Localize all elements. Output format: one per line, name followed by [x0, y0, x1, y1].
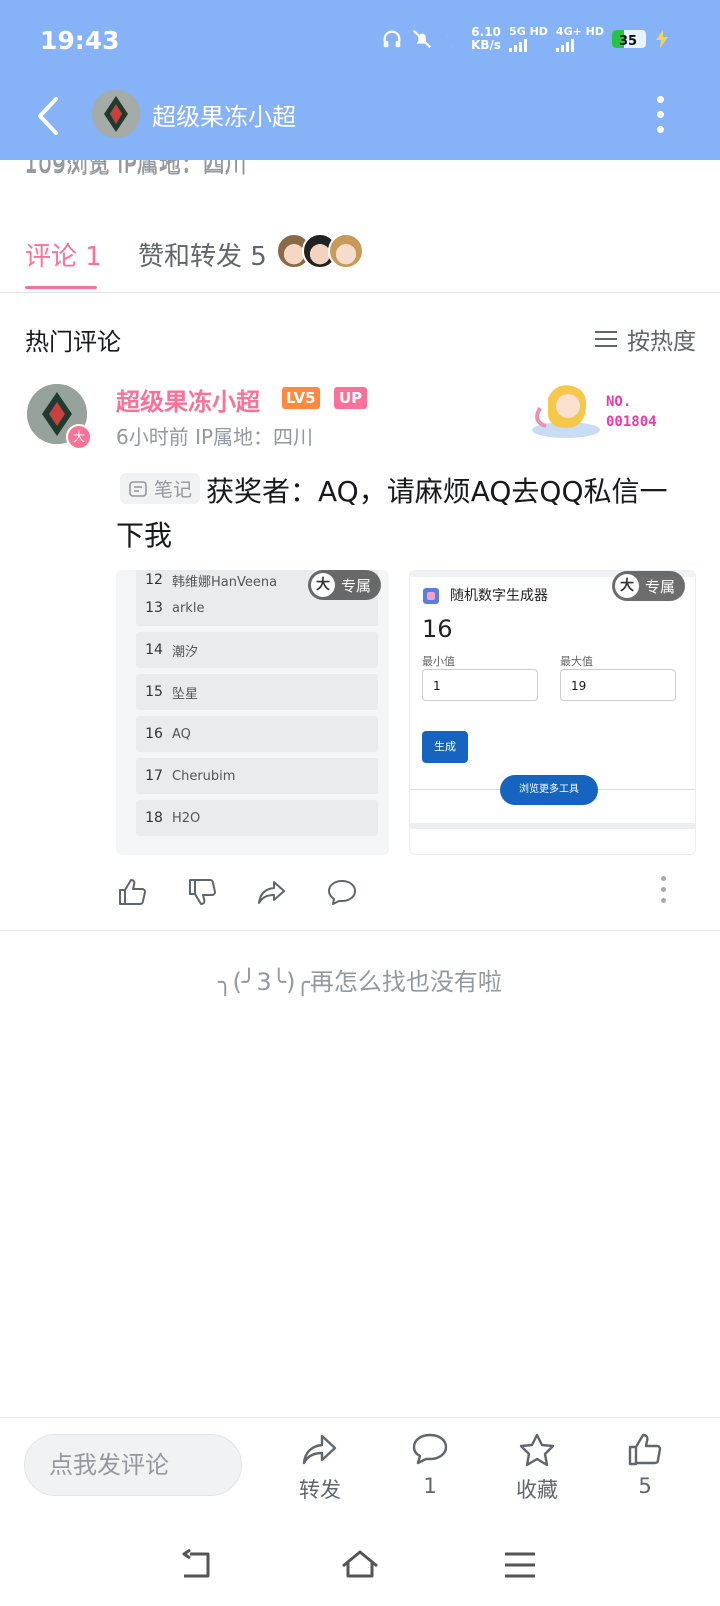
up-badge: UP [334, 387, 368, 409]
list-item: 18 H2O [136, 800, 378, 836]
sort-label: 按热度 [627, 329, 696, 355]
share-icon [302, 1434, 337, 1465]
back-button[interactable] [34, 96, 62, 136]
generate-button: 生成 [422, 731, 468, 763]
divider [0, 930, 720, 931]
moon-icon [446, 30, 455, 48]
like-icon [628, 1433, 662, 1466]
comment-icon [412, 1433, 448, 1465]
dislike-icon[interactable] [186, 876, 218, 908]
app-icon [423, 588, 439, 604]
end-of-list-text: ╮(╯3╰)╭再怎么找也没有啦 [218, 968, 502, 996]
comment-meta: 6小时前 IP属地：四川 [116, 425, 314, 449]
nav-back-icon[interactable] [182, 1548, 210, 1578]
min-input: 1 [422, 669, 538, 701]
section-title: 热门评论 [25, 328, 121, 356]
note-tag[interactable]: 笔记 [120, 473, 201, 504]
max-input: 19 [560, 669, 676, 701]
scroll-strip [410, 823, 695, 829]
mute-bell-icon [413, 29, 432, 49]
list-item: 17 Cherubim [136, 758, 378, 794]
header-title-top[interactable]: 超级果冻小超 [152, 97, 296, 132]
signal-5g: 5G HD [509, 26, 548, 52]
signal-4g: 4G+ HD [555, 26, 604, 52]
comment-image-tool[interactable]: 随机数字生成器 16 最小值 最大值 1 19 生成 浏览更多工具 大专属 [409, 570, 696, 855]
tool-name: 随机数字生成器 [450, 588, 548, 604]
battery-indicator: 35 [612, 30, 646, 48]
nav-home-icon[interactable] [342, 1550, 378, 1578]
headphones-icon [383, 30, 401, 48]
comment-actions [116, 876, 358, 908]
vip-badge: 大 [66, 424, 92, 450]
signal-bars-icon [555, 38, 604, 52]
list-item: 15 坠星 [136, 674, 378, 710]
level-badge: LV5 [282, 387, 320, 409]
liker-avatars[interactable] [276, 233, 364, 269]
share-icon[interactable] [256, 876, 288, 908]
exclusive-badge: 大专属 [307, 570, 381, 600]
tab-comments[interactable]: 评论 1 [25, 236, 102, 273]
nav-menu-icon[interactable] [505, 1552, 535, 1578]
status-icons-top: 6.10 KB/s 5G HD 4G+ HD 35 [381, 26, 670, 52]
random-result: 16 [422, 615, 453, 643]
comment-text: 获奖者：AQ，请麻烦AQ去QQ私信一下我 [116, 475, 668, 552]
favorite-button[interactable]: 收藏 [492, 1432, 582, 1504]
charging-icon [656, 30, 668, 48]
sort-button[interactable]: 按热度 [595, 322, 696, 356]
sort-lines-icon [595, 331, 617, 347]
more-options-button[interactable] [656, 96, 664, 133]
header-avatar-top[interactable] [92, 90, 140, 138]
exclusive-badge: 大专属 [611, 571, 685, 601]
tab-likes-shares[interactable]: 赞和转发 5 [138, 236, 267, 273]
like-button[interactable]: 5 [600, 1432, 690, 1498]
max-label: 最大值 [560, 655, 593, 668]
list-item: 16 AQ [136, 716, 378, 752]
active-tab-indicator [25, 286, 97, 289]
comment-input[interactable]: 点我发评论 [24, 1434, 242, 1496]
like-icon[interactable] [116, 876, 148, 908]
min-label: 最小值 [422, 655, 455, 668]
reply-icon[interactable] [326, 876, 358, 908]
divider [0, 292, 720, 293]
fan-number: NO. 001804 [606, 394, 657, 430]
star-icon [519, 1433, 555, 1467]
signal-bars-icon [509, 38, 548, 52]
comments-button[interactable]: 1 [385, 1432, 475, 1498]
avatar [328, 233, 364, 269]
more-tools-button: 浏览更多工具 [500, 775, 598, 805]
note-icon [129, 480, 147, 497]
status-time-top: 19:43 [40, 26, 120, 55]
system-navigation-bar [182, 1548, 535, 1578]
share-button[interactable]: 转发 [275, 1432, 365, 1504]
list-item: 14 潮汐 [136, 632, 378, 668]
comment-image-list[interactable]: 12 韩维娜HanVeena 13 arkle 14 潮汐 15 坠星 16 AQ 17 C… [116, 570, 389, 855]
network-speed: 6.10KB/s [471, 25, 502, 52]
comment-author[interactable]: 超级果冻小超 [116, 382, 260, 417]
comment-more-icon[interactable] [661, 876, 666, 903]
